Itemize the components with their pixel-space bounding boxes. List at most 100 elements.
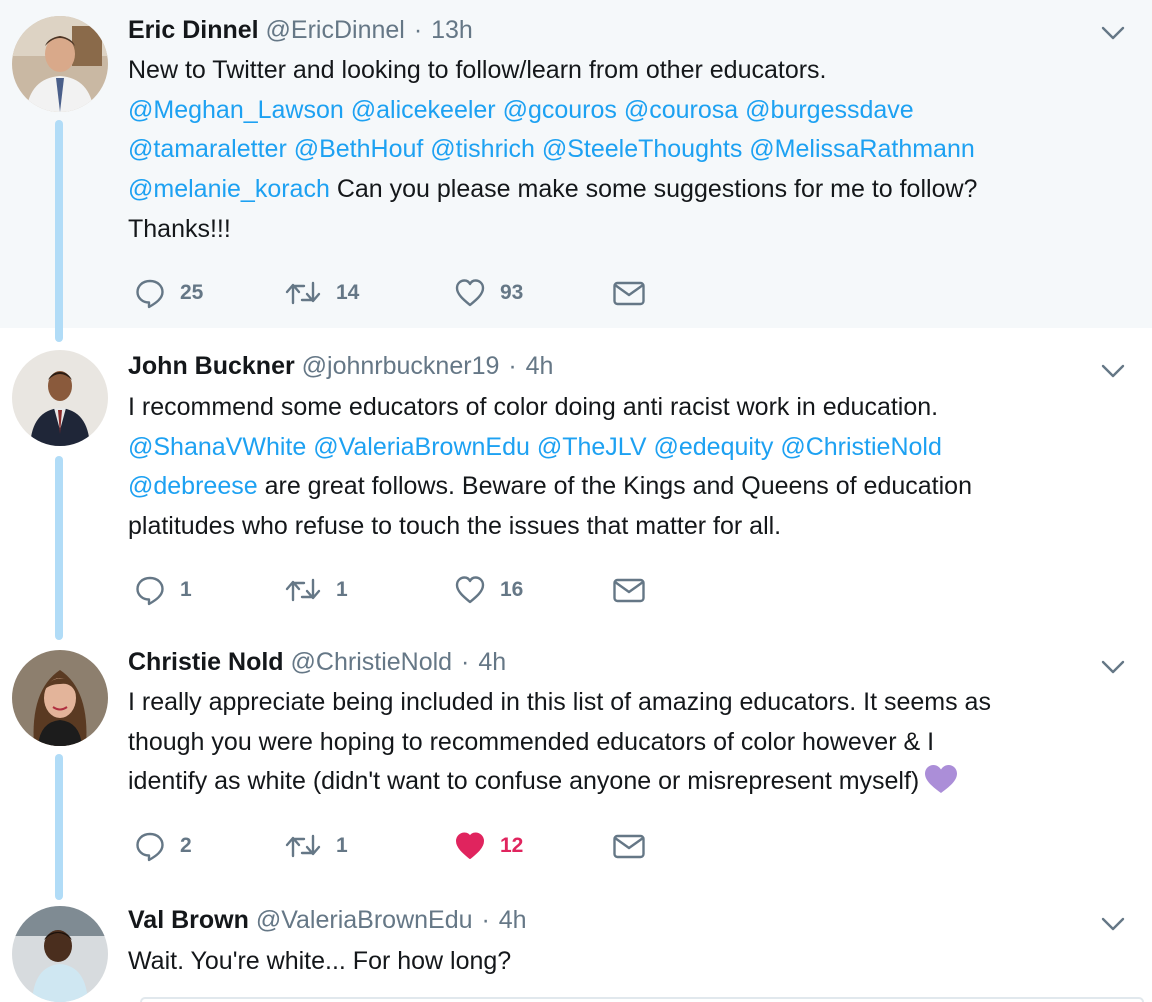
reply-button[interactable]: 25 [134, 275, 203, 311]
avatar[interactable] [12, 16, 108, 112]
author-name[interactable]: Val Brown [128, 906, 249, 934]
reply-composer-edge[interactable] [140, 997, 1144, 1002]
mention-link[interactable]: @MelissaRathmann [749, 135, 974, 163]
tweet-header: Eric Dinnel @EricDinnel · 13h [128, 12, 473, 48]
author-name[interactable]: John Buckner [128, 352, 295, 380]
conversation-thread: Eric Dinnel @EricDinnel · 13h New to Twi… [0, 0, 1152, 1002]
timestamp[interactable]: 4h [526, 352, 554, 380]
retweet-count: 1 [336, 834, 348, 857]
reply-icon [136, 576, 164, 606]
text-line: platitudes who refuse to touch the issue… [128, 507, 1118, 547]
author-handle[interactable]: @EricDinnel [266, 16, 405, 44]
text-segment [617, 96, 624, 124]
reply-count: 25 [180, 281, 204, 304]
reply-count: 2 [180, 834, 192, 857]
author-name[interactable]: Christie Nold [128, 648, 284, 676]
chevron-down-icon[interactable] [1100, 654, 1126, 680]
author-name[interactable]: Eric Dinnel [128, 16, 259, 44]
mention-link[interactable]: @edequity [653, 433, 773, 461]
tweet-text: Wait. You're white... For how long? [128, 942, 1118, 982]
reply-icon [136, 832, 164, 862]
mention-link[interactable]: @ValeriaBrownEdu [313, 433, 530, 461]
mention-link[interactable]: @tishrich [430, 135, 535, 163]
text-segment [496, 96, 503, 124]
text-segment: I recommend some educators of color doin… [128, 393, 939, 421]
text-line: @melanie_korach Can you please make some… [128, 170, 1118, 210]
avatar[interactable] [12, 350, 108, 446]
text-line: Wait. You're white... For how long? [128, 942, 1118, 982]
mention-link[interactable]: @burgessdave [745, 96, 914, 124]
mention-link[interactable]: @ShanaVWhite [128, 433, 306, 461]
text-segment [530, 433, 537, 461]
tweet-text: I really appreciate being included in th… [128, 683, 1118, 802]
like-button[interactable]: 93 [454, 275, 523, 311]
retweet-button[interactable]: 1 [284, 828, 348, 864]
reply-icon [136, 279, 164, 309]
heart-icon [455, 576, 485, 604]
tweet-actions: 25 14 93 [128, 275, 688, 311]
chevron-down-icon[interactable] [1100, 911, 1126, 937]
tweet-eric-dinnel[interactable]: Eric Dinnel @EricDinnel · 13h New to Twi… [0, 0, 1152, 328]
mention-link[interactable]: @debreese [128, 472, 258, 500]
author-handle[interactable]: @ValeriaBrownEdu [256, 906, 473, 934]
envelope-icon [613, 281, 645, 306]
mention-link[interactable]: @SteeleThoughts [542, 135, 743, 163]
direct-message-button[interactable] [612, 275, 646, 311]
like-button[interactable]: 16 [454, 572, 523, 608]
text-line: I really appreciate being included in th… [128, 683, 1118, 723]
retweet-icon [285, 834, 321, 858]
direct-message-button[interactable] [612, 828, 646, 864]
avatar[interactable] [12, 650, 108, 746]
retweet-button[interactable]: 14 [284, 275, 359, 311]
purple-heart-icon [925, 765, 958, 794]
mention-link[interactable]: @gcouros [503, 96, 617, 124]
text-segment: are great follows. Beware of the Kings a… [257, 472, 972, 501]
chevron-down-icon[interactable] [1100, 358, 1126, 384]
timestamp[interactable]: 4h [499, 906, 527, 934]
text-line: I recommend some educators of color doin… [128, 388, 1118, 428]
reply-button[interactable]: 2 [134, 828, 192, 864]
tweet-text: I recommend some educators of color doin… [128, 388, 1118, 547]
author-handle[interactable]: @ChristieNold [291, 648, 453, 676]
tweet-val-brown[interactable]: Val Brown @ValeriaBrownEdu · 4h Wait. Yo… [0, 900, 1152, 1002]
text-line: @tamaraletter @BethHouf @tishrich @Steel… [128, 130, 1118, 170]
direct-message-button[interactable] [612, 572, 646, 608]
tweet-actions: 2 1 12 [128, 828, 688, 864]
retweet-button[interactable]: 1 [284, 572, 348, 608]
tweet-christie-nold[interactable]: Christie Nold @ChristieNold · 4h I reall… [0, 632, 1152, 900]
chevron-down-icon[interactable] [1100, 20, 1126, 46]
text-line: @ShanaVWhite @ValeriaBrownEdu @TheJLV @e… [128, 428, 1118, 468]
mention-link[interactable]: @Meghan_Lawson [128, 96, 344, 124]
like-count: 12 [500, 834, 524, 857]
tweet-header: Christie Nold @ChristieNold · 4h [128, 644, 506, 680]
mention-link[interactable]: @melanie_korach [128, 175, 330, 203]
author-handle[interactable]: @johnrbuckner19 [302, 352, 500, 380]
thread-connector-line [55, 456, 63, 640]
text-segment: Wait. You're white... For how long? [128, 947, 512, 975]
tweet-john-buckner[interactable]: John Buckner @johnrbuckner19 · 4h I reco… [0, 328, 1152, 632]
mention-link[interactable]: @tamaraletter [128, 135, 287, 163]
tweet-actions: 1 1 16 [128, 572, 688, 608]
tweet-header: John Buckner @johnrbuckner19 · 4h [128, 348, 553, 384]
text-line: identify as white (didn't want to confus… [128, 762, 1118, 802]
heart-icon [456, 832, 484, 859]
mention-link[interactable]: @ChristieNold [780, 433, 942, 461]
timestamp[interactable]: 4h [478, 648, 506, 676]
text-line: New to Twitter and looking to follow/lea… [128, 51, 1118, 91]
like-button[interactable]: 12 [454, 828, 523, 864]
reply-count: 1 [180, 578, 192, 601]
retweet-count: 14 [336, 281, 360, 304]
mention-link[interactable]: @courosa [624, 96, 738, 124]
mention-link[interactable]: @BethHouf [294, 135, 424, 163]
mention-link[interactable]: @TheJLV [537, 433, 647, 461]
reply-button[interactable]: 1 [134, 572, 192, 608]
text-segment: platitudes who refuse to touch the issue… [128, 512, 782, 541]
separator-dot: · [461, 648, 470, 676]
timestamp[interactable]: 13h [431, 16, 473, 44]
avatar[interactable] [12, 906, 108, 1002]
retweet-icon [285, 578, 321, 602]
text-segment: New to Twitter and looking to follow/lea… [128, 56, 827, 84]
text-line: though you were hoping to recommended ed… [128, 723, 1118, 763]
separator-dot: · [413, 16, 423, 44]
mention-link[interactable]: @alicekeeler [351, 96, 496, 124]
